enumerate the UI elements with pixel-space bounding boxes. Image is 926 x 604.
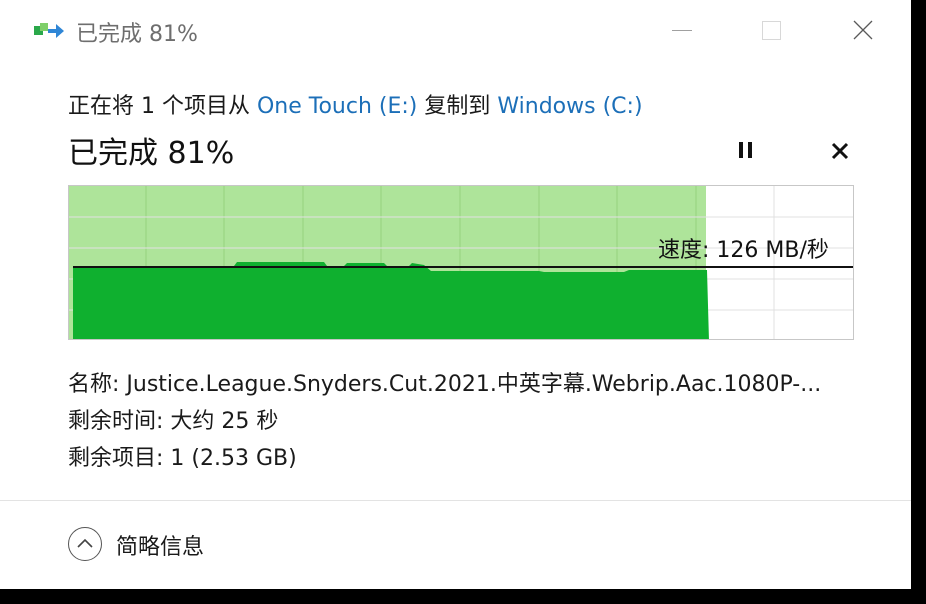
time-remaining: 剩余时间: 大约 25 秒 [68,409,279,434]
details-panel: 名称: Justice.League.Snyders.Cut.2021.中英字幕… [68,366,868,477]
cancel-button[interactable] [818,134,862,168]
source-link[interactable]: One Touch (E:) [257,94,417,119]
pause-button[interactable] [724,134,770,168]
copy-description: 正在将 1 个项目从 One Touch (E:) 复制到 Windows (C… [68,88,643,120]
file-copy-dialog: 已完成 81% 正在将 1 个项目从 One Touch (E:) 复制到 Wi… [0,0,911,589]
close-icon [853,20,873,40]
speed-graph: 速度: 126 MB/秒 [68,185,854,340]
close-icon [831,142,849,160]
fewer-details-button[interactable]: 简略信息 [68,527,268,567]
title-bar: 已完成 81% [0,0,911,62]
fewer-details-label: 简略信息 [116,535,205,560]
minimize-button[interactable] [652,8,712,52]
window-title: 已完成 81% [76,22,198,47]
speed-history-area [73,262,709,339]
divider [0,500,911,501]
progress-title: 已完成 81% [68,136,235,171]
destination-link[interactable]: Windows (C:) [497,94,642,119]
maximize-button[interactable] [742,8,802,52]
file-name: 名称: Justice.League.Snyders.Cut.2021.中英字幕… [68,372,822,397]
maximize-icon [762,21,781,40]
items-remaining: 剩余项目: 1 (2.53 GB) [68,446,297,471]
copy-progress-icon [34,20,66,42]
copy-prefix: 正在将 1 个项目从 [68,94,257,119]
close-window-button[interactable] [834,8,894,52]
chevron-up-icon [68,527,102,561]
speed-label: 速度: 126 MB/秒 [658,238,829,263]
copy-middle: 复制到 [417,94,498,119]
minimize-icon [672,30,692,31]
